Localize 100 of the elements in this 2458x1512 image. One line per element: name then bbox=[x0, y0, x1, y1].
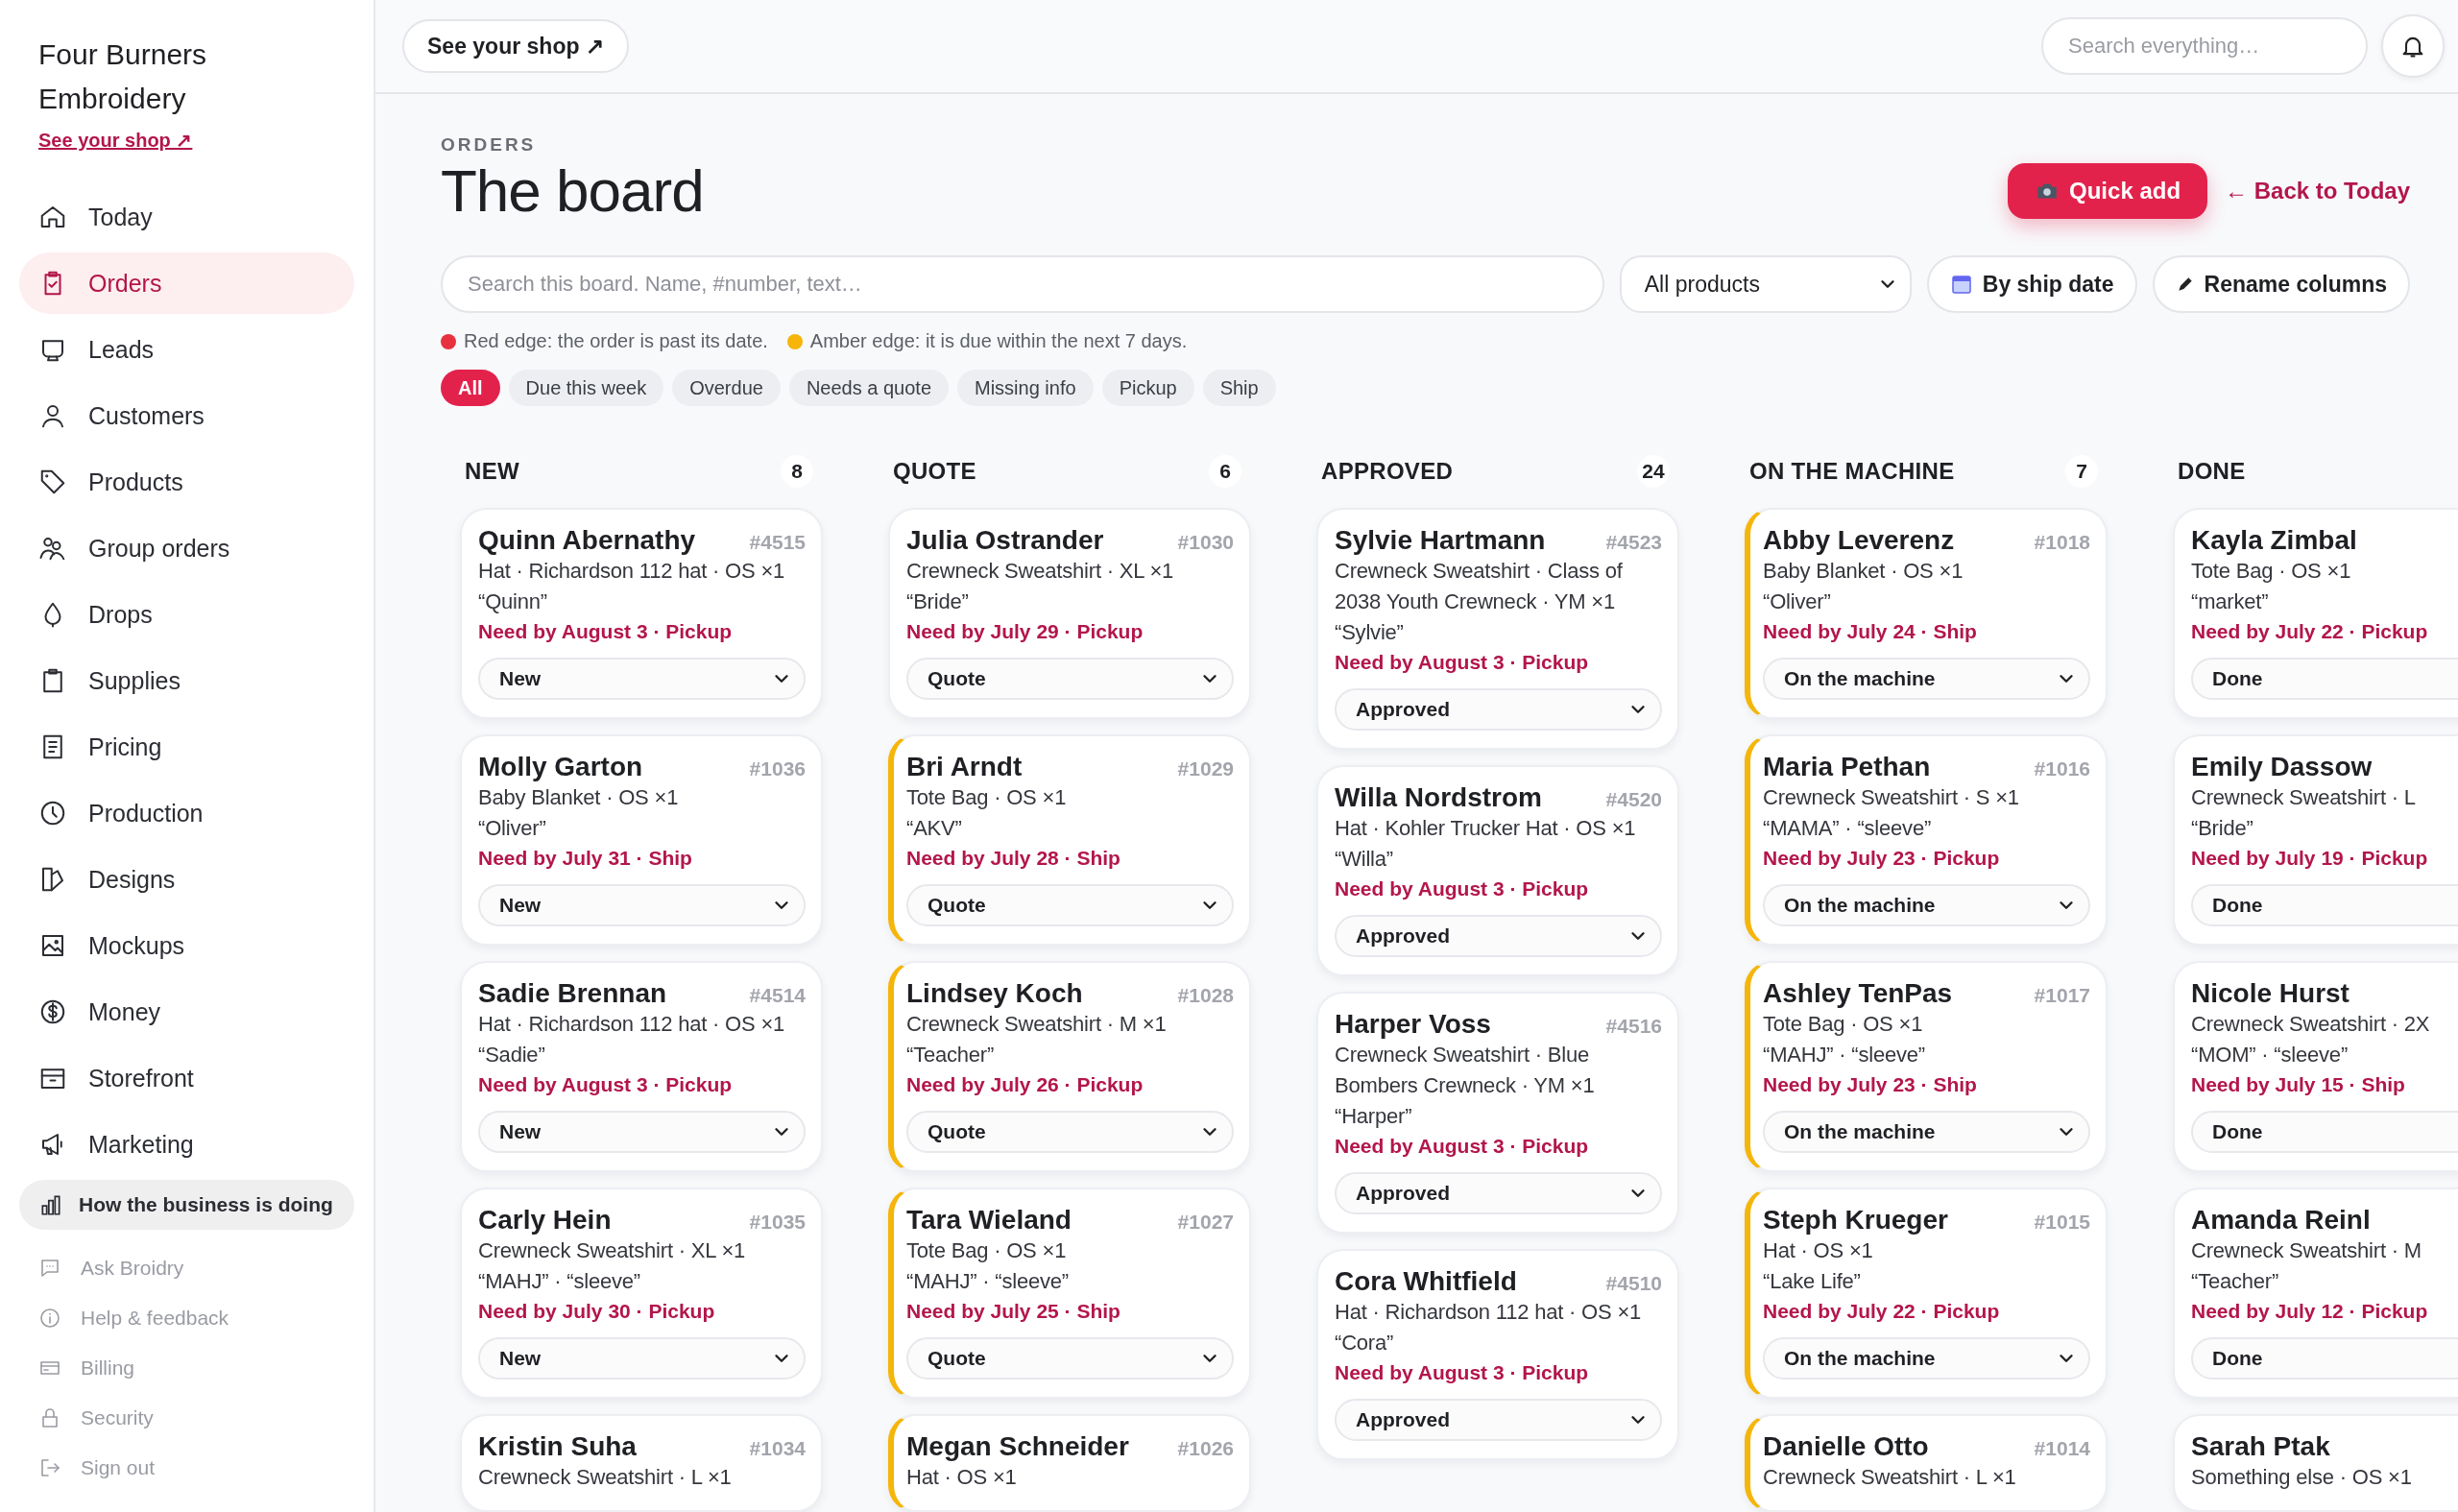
product-text: Crewneck Sweatshirt · M bbox=[2191, 1237, 2422, 1264]
nav-item[interactable]: Drops bbox=[19, 584, 354, 645]
order-card[interactable]: Quinn Abernathy #4515 Hat · Richardson 112 hat · OS ×1 “Quinn” Need by August 3 · Pickup New bbox=[460, 508, 823, 719]
order-card[interactable]: Steph Krueger #1015 Hat · OS ×1 “Lake Life” Need by July 22 · Pickup On the machine bbox=[1745, 1188, 2108, 1399]
status-select[interactable]: Approved bbox=[1335, 1172, 1662, 1214]
order-card[interactable]: Julia Ostrander #1030 Crewneck Sweatshirt · XL ×1 “Bride” Need by July 29 · Pickup Quote bbox=[888, 508, 1251, 719]
order-card[interactable]: Tara Wieland #1027 Tote Bag · OS ×1 “MAHJ” · “sleeve” Need by July 25 · Ship Quote bbox=[888, 1188, 1251, 1399]
status-select[interactable]: Approved bbox=[1335, 915, 1662, 957]
order-card[interactable]: Abby Leverenz #1018 Baby Blanket · OS ×1 “Oliver” Need by July 24 · Ship On the machine bbox=[1745, 508, 2108, 719]
order-card[interactable]: Molly Garton #1036 Baby Blanket · OS ×1 “Oliver” Need by July 31 · Ship New bbox=[460, 734, 823, 946]
insights-item[interactable]: How the business is doing bbox=[19, 1180, 354, 1230]
nav-item[interactable]: Storefront bbox=[19, 1047, 354, 1109]
filter-chip[interactable]: Overdue bbox=[672, 370, 781, 406]
order-card[interactable]: Sylvie Hartmann #4523 Crewneck Sweatshirt · Class of 2038 Youth Crewneck · YM ×1 “Sylvie” Need by August 3 · Pickup Approved bbox=[1316, 508, 1679, 750]
product-text: Hat · Richardson 112 hat · OS ×1 bbox=[1335, 1299, 1643, 1326]
status-select[interactable]: Done bbox=[2191, 1111, 2458, 1153]
order-card[interactable]: Carly Hein #1035 Crewneck Sweatshirt · XL ×1 “MAHJ” · “sleeve” Need by July 30 · Pickup New bbox=[460, 1188, 823, 1399]
status-select[interactable]: New bbox=[478, 1337, 806, 1380]
note-text: “AKV” bbox=[906, 815, 963, 842]
shop-link[interactable]: See your shop ↗ bbox=[19, 129, 354, 152]
order-card[interactable]: Amanda Reinl Crewneck Sweatshirt · M “Teacher” Need by July 12 · Pickup Done bbox=[2173, 1188, 2458, 1399]
status-select[interactable]: On the machine bbox=[1763, 1337, 2090, 1380]
customer-name: Lindsey Koch bbox=[906, 978, 1083, 1009]
back-link[interactable]: ← Back to Today bbox=[2225, 178, 2410, 204]
nav-item[interactable]: Supplies bbox=[19, 650, 354, 711]
customer-name: Kayla Zimbal bbox=[2191, 525, 2357, 556]
product-text: Crewneck Sweatshirt · Class of 2038 Youth Crewneck · YM ×1 bbox=[1335, 558, 1624, 615]
nav-item[interactable]: Pricing bbox=[19, 716, 354, 778]
due-text: Need by July 23 · Ship bbox=[1763, 1072, 1978, 1097]
customer-name: Sylvie Hartmann bbox=[1335, 525, 1546, 556]
order-card[interactable]: Ashley TenPas #1017 Tote Bag · OS ×1 “MAHJ” · “sleeve” Need by July 23 · Ship On the machine bbox=[1745, 961, 2108, 1172]
note-text: “Cora” bbox=[1335, 1330, 1395, 1356]
status-select[interactable]: Approved bbox=[1335, 1399, 1662, 1441]
status-select[interactable]: Quote bbox=[906, 1111, 1234, 1153]
order-card[interactable]: Maria Pethan #1016 Crewneck Sweatshirt · S ×1 “MAMA” · “sleeve” Need by July 23 · Pickup On the machine bbox=[1745, 734, 2108, 946]
order-card[interactable]: Sadie Brennan #4514 Hat · Richardson 112 hat · OS ×1 “Sadie” Need by August 3 · Pickup New bbox=[460, 961, 823, 1172]
due-text: Need by July 26 · Pickup bbox=[906, 1072, 1145, 1097]
shop-button[interactable]: See your shop ↗ bbox=[402, 19, 629, 73]
nav-item[interactable]: Designs bbox=[19, 849, 354, 910]
filter-chip[interactable]: Needs a quote bbox=[788, 370, 949, 406]
status-select[interactable]: On the machine bbox=[1763, 884, 2090, 926]
product-text: Crewneck Sweatshirt · S ×1 bbox=[1763, 784, 2020, 811]
status-select[interactable]: Done bbox=[2191, 884, 2458, 926]
order-card[interactable]: Cora Whitfield #4510 Hat · Richardson 112 hat · OS ×1 “Cora” Need by August 3 · Pickup Approved bbox=[1316, 1249, 1679, 1460]
filter-chip[interactable]: All bbox=[441, 370, 500, 406]
status-select[interactable]: Quote bbox=[906, 1337, 1234, 1380]
order-card[interactable]: Nicole Hurst Crewneck Sweatshirt · 2X “MOM” · “sleeve” Need by July 15 · Ship Done bbox=[2173, 961, 2458, 1172]
product-text: Tote Bag · OS ×1 bbox=[1763, 1011, 1924, 1038]
order-card[interactable]: Bri Arndt #1029 Tote Bag · OS ×1 “AKV” Need by July 28 · Ship Quote bbox=[888, 734, 1251, 946]
nav-item[interactable]: Orders bbox=[19, 252, 354, 314]
order-card[interactable]: Sarah Ptak Something else · OS ×1 bbox=[2173, 1414, 2458, 1512]
order-card[interactable]: Lindsey Koch #1028 Crewneck Sweatshirt · M ×1 “Teacher” Need by July 26 · Pickup Quote bbox=[888, 961, 1251, 1172]
status-select[interactable]: New bbox=[478, 1111, 806, 1153]
product-text: Tote Bag · OS ×1 bbox=[906, 1237, 1068, 1264]
filter-chip[interactable]: Pickup bbox=[1101, 370, 1194, 406]
order-number: #1030 bbox=[1177, 531, 1234, 554]
status-select[interactable]: Done bbox=[2191, 658, 2458, 700]
order-card[interactable]: Danielle Otto #1014 Crewneck Sweatshirt · L ×1 bbox=[1745, 1414, 2108, 1512]
board-search-field[interactable]: Search this board. Name, #number, text… bbox=[441, 255, 1604, 313]
filter-chip[interactable]: Missing info bbox=[957, 370, 1094, 406]
note-text: “MAMA” · “sleeve” bbox=[1763, 815, 1933, 842]
nav-item[interactable]: Group orders bbox=[19, 517, 354, 579]
filter-chip[interactable]: Due this week bbox=[508, 370, 664, 406]
search-field[interactable]: Search everything… bbox=[2041, 17, 2368, 75]
nav-item[interactable]: Money bbox=[19, 981, 354, 1043]
nav-item[interactable]: Mockups bbox=[19, 915, 354, 976]
quick-add-button[interactable]: Quick add bbox=[2008, 163, 2208, 219]
order-card[interactable]: Kayla Zimbal Tote Bag · OS ×1 “market” Need by July 22 · Pickup Done bbox=[2173, 508, 2458, 719]
product-filter[interactable]: All products bbox=[1619, 255, 1912, 313]
status-select[interactable]: New bbox=[478, 658, 806, 700]
sort-button[interactable]: By ship date bbox=[1926, 255, 2137, 313]
nav-item[interactable]: Products bbox=[19, 451, 354, 513]
nav-item[interactable]: Customers bbox=[19, 385, 354, 446]
nav-item[interactable]: Marketing bbox=[19, 1114, 354, 1175]
filter-chip[interactable]: Ship bbox=[1202, 370, 1276, 406]
order-card[interactable]: Megan Schneider #1026 Hat · OS ×1 bbox=[888, 1414, 1251, 1512]
due-text: Need by July 31 · Ship bbox=[478, 846, 693, 871]
rename-columns-button[interactable]: Rename columns bbox=[2152, 255, 2410, 313]
status-select[interactable]: Approved bbox=[1335, 688, 1662, 731]
bar-chart-icon bbox=[38, 1192, 63, 1217]
customer-name: Harper Voss bbox=[1335, 1009, 1491, 1040]
order-card[interactable]: Harper Voss #4516 Crewneck Sweatshirt · Blue Bombers Crewneck · YM ×1 “Harper” Need by August 3 · Pickup Approved bbox=[1316, 992, 1679, 1234]
status-select[interactable]: Done bbox=[2191, 1337, 2458, 1380]
due-text: Need by July 28 · Ship bbox=[906, 846, 1121, 871]
order-number: #1014 bbox=[2034, 1437, 2090, 1460]
status-select[interactable]: New bbox=[478, 884, 806, 926]
product-text: Hat · Richardson 112 hat · OS ×1 bbox=[478, 558, 786, 585]
note-text: “Harper” bbox=[1335, 1103, 1413, 1130]
customer-name: Kristin Suha bbox=[478, 1431, 637, 1462]
status-select[interactable]: On the machine bbox=[1763, 1111, 2090, 1153]
status-select[interactable]: Quote bbox=[906, 658, 1234, 700]
status-select[interactable]: On the machine bbox=[1763, 658, 2090, 700]
order-card[interactable]: Emily Dassow Crewneck Sweatshirt · L “Bride” Need by July 19 · Pickup Done bbox=[2173, 734, 2458, 946]
status-select[interactable]: Quote bbox=[906, 884, 1234, 926]
order-card[interactable]: Kristin Suha #1034 Crewneck Sweatshirt · L ×1 bbox=[460, 1414, 823, 1512]
nav-item[interactable]: Production bbox=[19, 782, 354, 844]
nav-item[interactable]: Today bbox=[19, 186, 354, 248]
nav-item[interactable]: Leads bbox=[19, 319, 354, 380]
order-card[interactable]: Willa Nordstrom #4520 Hat · Kohler Trucker Hat · OS ×1 “Willa” Need by August 3 · Pickup Approved bbox=[1316, 765, 1679, 976]
customer-name: Sarah Ptak bbox=[2191, 1431, 2330, 1462]
